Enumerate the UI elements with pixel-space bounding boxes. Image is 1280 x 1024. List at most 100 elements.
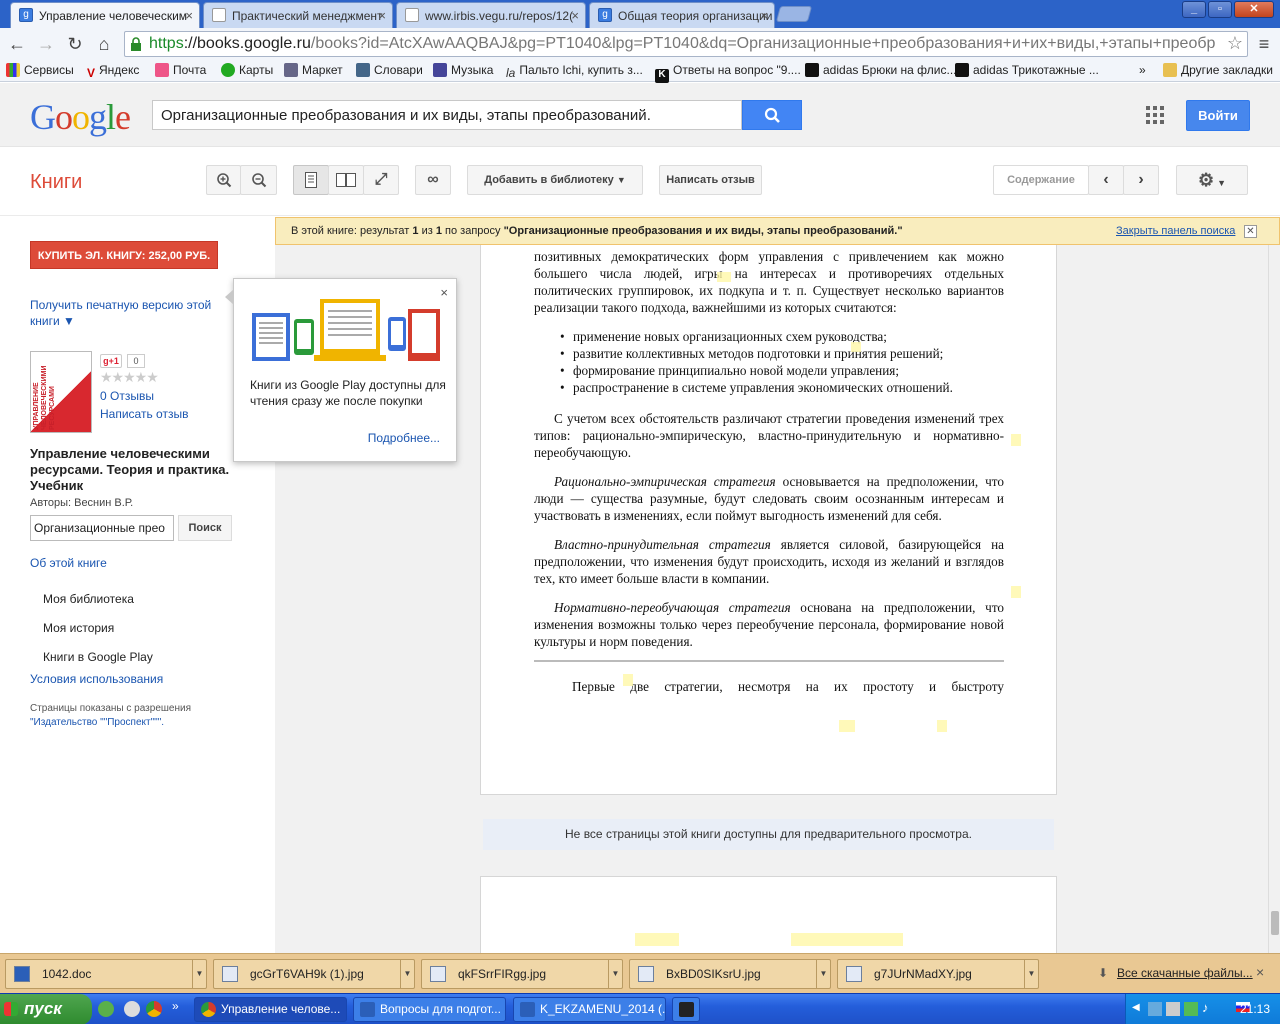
clock[interactable]: 21:13 — [1240, 1002, 1270, 1016]
bookmarks-overflow[interactable]: » — [1139, 63, 1146, 77]
bookmark-services[interactable]: Сервисы — [6, 63, 74, 77]
download-item[interactable]: BxBD0SIKsrU.jpg ▼ — [629, 959, 831, 989]
signin-button[interactable]: Войти — [1186, 100, 1250, 131]
google-logo[interactable]: Google — [30, 96, 131, 138]
book-search-input[interactable]: Организационные прео — [30, 515, 174, 541]
download-tray-icon[interactable] — [1184, 1002, 1198, 1016]
chevron-down-icon[interactable]: ▼ — [608, 960, 622, 988]
books-title[interactable]: Книги — [30, 171, 82, 194]
new-tab-button[interactable] — [775, 6, 813, 22]
zoom-in-button[interactable] — [206, 165, 241, 195]
write-review-button[interactable]: Написать отзыв — [659, 165, 762, 195]
bookmark-adidas-1[interactable]: adidas Брюки на флис... — [805, 63, 956, 77]
image-file-icon — [430, 966, 446, 982]
search-button[interactable] — [742, 100, 802, 130]
download-item[interactable]: 1042.doc ▼ — [5, 959, 207, 989]
close-icon[interactable]: ✕ — [1244, 225, 1257, 238]
bookmark-mail[interactable]: Почта — [155, 63, 206, 77]
next-page-button[interactable]: › — [1123, 165, 1159, 195]
chevron-down-icon[interactable]: ▼ — [192, 960, 206, 988]
bookmark-market[interactable]: Маркет — [284, 63, 343, 77]
bookmark-star-icon[interactable]: ☆ — [1227, 33, 1243, 54]
tab-1[interactable]: g Управление человеческим × — [10, 2, 200, 28]
tray-app-icon[interactable] — [1166, 1002, 1180, 1016]
tab-close-icon[interactable]: × — [760, 8, 768, 23]
bookmark-answers[interactable]: K Ответы на вопрос "9.... — [655, 63, 801, 83]
download-item[interactable]: gcGrT6VAH9k (1).jpg ▼ — [213, 959, 415, 989]
quicklaunch-icon[interactable] — [124, 1001, 140, 1017]
publisher-link[interactable]: "Издательство ""Проспект""". — [30, 717, 164, 728]
my-library-link[interactable]: Моя библиотека — [43, 592, 134, 606]
bookmark-maps[interactable]: Карты — [221, 63, 273, 77]
bookmark-adidas-2[interactable]: adidas Трикотажные ... — [955, 63, 1099, 77]
bookmark-coat[interactable]: la Пальто Ichi, купить з... — [506, 63, 643, 80]
my-history-link[interactable]: Моя история — [43, 621, 114, 635]
start-button[interactable]: пуск — [0, 994, 92, 1024]
network-icon[interactable] — [1148, 1002, 1162, 1016]
search-input[interactable]: Организационные преобразования и их виды… — [152, 100, 742, 130]
tab-close-icon[interactable]: × — [571, 8, 579, 23]
close-search-panel-link[interactable]: Закрыть панель поиска — [1116, 225, 1235, 237]
tab-4[interactable]: g Общая теория организации × — [589, 2, 775, 28]
vertical-scrollbar[interactable] — [1268, 245, 1280, 953]
two-page-view-button[interactable] — [328, 165, 364, 195]
tab-3[interactable]: www.irbis.vegu.ru/repos/12( × — [396, 2, 586, 28]
chevron-down-icon[interactable]: ▼ — [816, 960, 830, 988]
taskbar-item[interactable]: Управление челове... — [194, 997, 347, 1022]
download-item[interactable]: qkFSrrFIRgg.jpg ▼ — [421, 959, 623, 989]
single-page-view-button[interactable] — [293, 165, 329, 195]
download-item[interactable]: g7JUrNMadXY.jpg ▼ — [837, 959, 1039, 989]
write-review-link[interactable]: Написать отзыв — [100, 407, 188, 421]
scrollbar-thumb[interactable] — [1271, 911, 1279, 935]
settings-button[interactable]: ⚙ ▼ — [1176, 165, 1248, 195]
reviews-link[interactable]: 0 Отзывы — [100, 389, 154, 403]
tab-2[interactable]: Практический менеджмент × — [203, 2, 393, 28]
about-book-link[interactable]: Об этой книге — [30, 556, 107, 570]
buy-ebook-button[interactable]: КУПИТЬ ЭЛ. КНИГУ: 252,00 РУБ. — [30, 241, 218, 269]
print-version-link[interactable]: Получить печатную версию этой книги ▼ — [30, 297, 230, 329]
popup-more-link[interactable]: Подробнее... — [368, 431, 440, 445]
quicklaunch-overflow[interactable]: » — [172, 999, 179, 1013]
quicklaunch-icon[interactable] — [98, 1001, 114, 1017]
gplus-button[interactable]: g+1 — [100, 354, 122, 368]
chevron-down-icon[interactable]: ▼ — [400, 960, 414, 988]
bookmark-music[interactable]: Музыка — [433, 63, 493, 77]
zoom-out-button[interactable] — [240, 165, 277, 195]
terms-link[interactable]: Условия использования — [30, 672, 163, 686]
add-to-library-button[interactable]: Добавить в библиотеку ▼ — [467, 165, 643, 195]
url-text: https://books.google.ru/books?id=AtcXAwA… — [149, 35, 1219, 53]
fullscreen-button[interactable]: ⤢ — [363, 165, 399, 195]
menu-icon[interactable]: ≡ — [1253, 33, 1275, 55]
volume-icon[interactable]: ♪ — [1202, 1000, 1209, 1015]
book-cover[interactable]: УПРАВЛЕНИЕ ЧЕЛОВЕЧЕСКИМИ РЕСУРСАМИ — [30, 351, 92, 433]
all-downloads-link[interactable]: Все скачанные файлы... — [1117, 966, 1253, 980]
home-icon[interactable]: ⌂ — [93, 33, 115, 55]
link-button[interactable]: ∞ — [415, 165, 451, 195]
close-window-button[interactable]: ✕ — [1234, 1, 1274, 18]
play-books-link[interactable]: Книги в Google Play — [43, 650, 153, 664]
prev-page-button[interactable]: ‹ — [1088, 165, 1124, 195]
address-bar[interactable]: https://books.google.ru/books?id=AtcXAwA… — [124, 31, 1248, 57]
bookmark-dictionaries[interactable]: Словари — [356, 63, 423, 77]
bookmark-other[interactable]: Другие закладки — [1163, 63, 1273, 77]
forward-icon[interactable]: → — [35, 33, 57, 55]
back-icon[interactable]: ← — [6, 33, 28, 55]
taskbar-item[interactable]: K_EKZAMENU_2014 (... — [513, 997, 666, 1022]
close-icon[interactable]: × — [1256, 964, 1264, 980]
chevron-down-icon[interactable]: ▼ — [1024, 960, 1038, 988]
maximize-button[interactable]: ▫ — [1208, 1, 1232, 18]
taskbar-item[interactable] — [672, 997, 700, 1022]
tab-close-icon[interactable]: × — [185, 8, 193, 23]
reload-icon[interactable]: ↻ — [64, 33, 86, 55]
adidas-icon — [805, 63, 819, 77]
contents-button[interactable]: Содержание — [993, 165, 1089, 195]
apps-grid-icon[interactable] — [1146, 106, 1164, 124]
bookmark-yandex[interactable]: V Яндекс — [87, 63, 139, 80]
chrome-icon[interactable] — [146, 1001, 162, 1017]
close-icon[interactable]: × — [440, 285, 448, 300]
taskbar-item[interactable]: Вопросы для подгот... — [353, 997, 506, 1022]
tab-close-icon[interactable]: × — [378, 8, 386, 23]
chevron-left-icon[interactable]: ◀ — [1132, 1002, 1140, 1013]
book-search-button[interactable]: Поиск — [178, 515, 232, 541]
minimize-button[interactable]: _ — [1182, 1, 1206, 18]
